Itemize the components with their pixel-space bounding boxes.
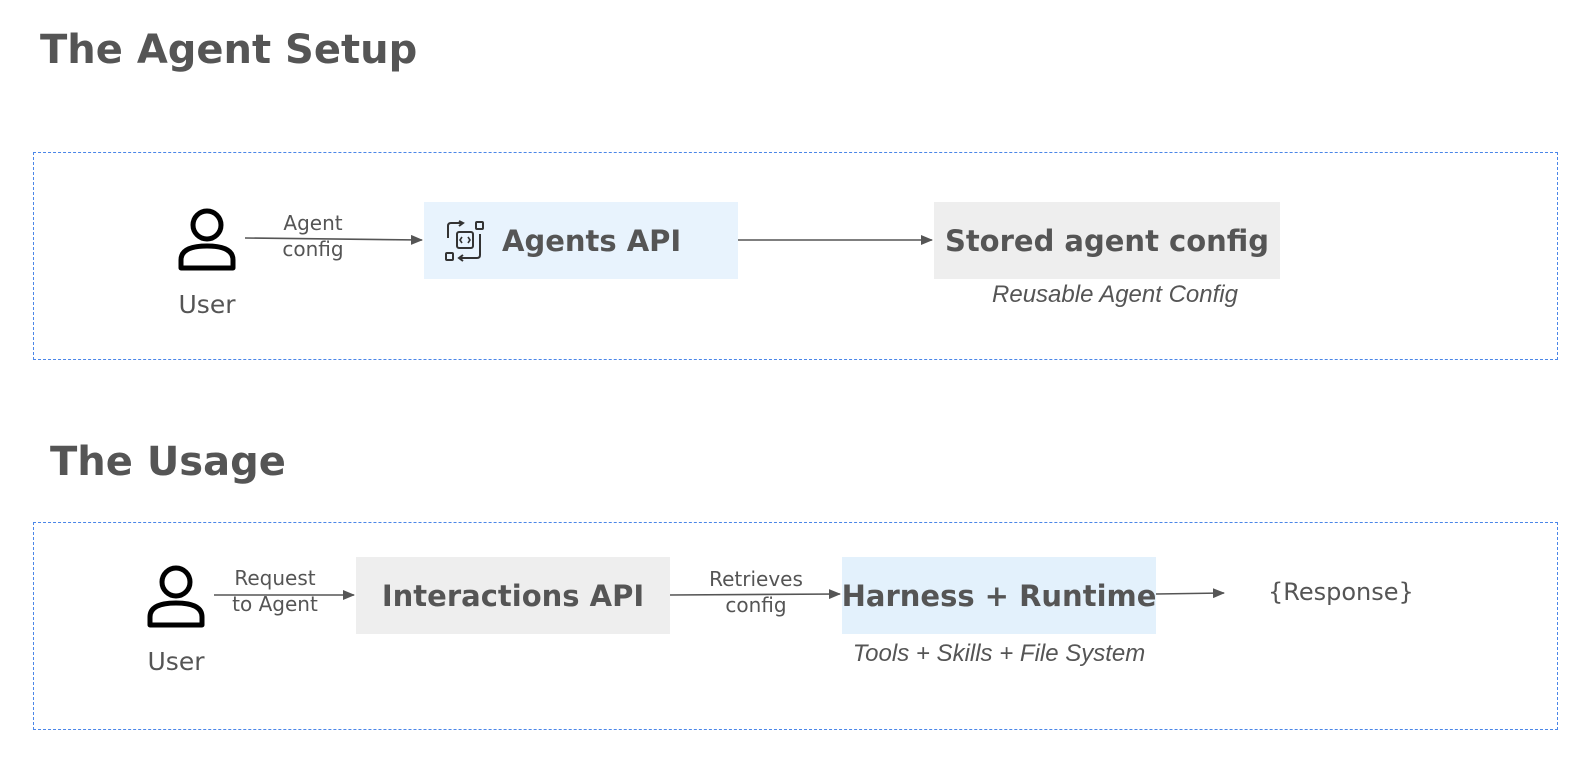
stored-agent-config-box: Stored agent config <box>934 202 1280 279</box>
interactions-api-box: Interactions API <box>356 557 670 634</box>
request-edge-label: Request to Agent <box>220 565 330 617</box>
retrieves-line1: Retrieves <box>709 567 803 591</box>
stored-config-caption: Reusable Agent Config <box>992 281 1238 308</box>
interactions-api-label: Interactions API <box>381 578 645 613</box>
usage-title: The Usage <box>50 439 286 485</box>
setup-user-label: User <box>178 290 236 319</box>
agent-config-line1: Agent <box>283 211 343 235</box>
user-icon <box>147 565 205 628</box>
harness-caption: Tools + Skills + File System <box>852 640 1146 667</box>
setup-title: The Agent Setup <box>40 27 418 73</box>
response-label: {Response} <box>1268 578 1414 606</box>
agent-config-edge-label: Agent config <box>268 210 358 262</box>
request-line1: Request <box>234 566 316 590</box>
api-code-icon <box>445 219 484 262</box>
retrieves-line2: config <box>725 593 787 617</box>
agent-config-line2: config <box>282 237 344 261</box>
agents-api-box: Agents API <box>424 202 738 279</box>
setup-frame <box>33 152 1558 360</box>
usage-frame <box>33 522 1558 730</box>
stored-agent-config-label: Stored agent config <box>944 223 1270 258</box>
user-icon <box>178 208 236 271</box>
usage-user-label: User <box>147 647 205 676</box>
harness-runtime-box: Harness + Runtime <box>842 557 1156 634</box>
request-line2: to Agent <box>232 592 318 616</box>
agents-api-label: Agents API <box>502 223 682 258</box>
retrieves-edge-label: Retrieves config <box>704 566 808 618</box>
harness-runtime-label: Harness + Runtime <box>841 578 1157 613</box>
